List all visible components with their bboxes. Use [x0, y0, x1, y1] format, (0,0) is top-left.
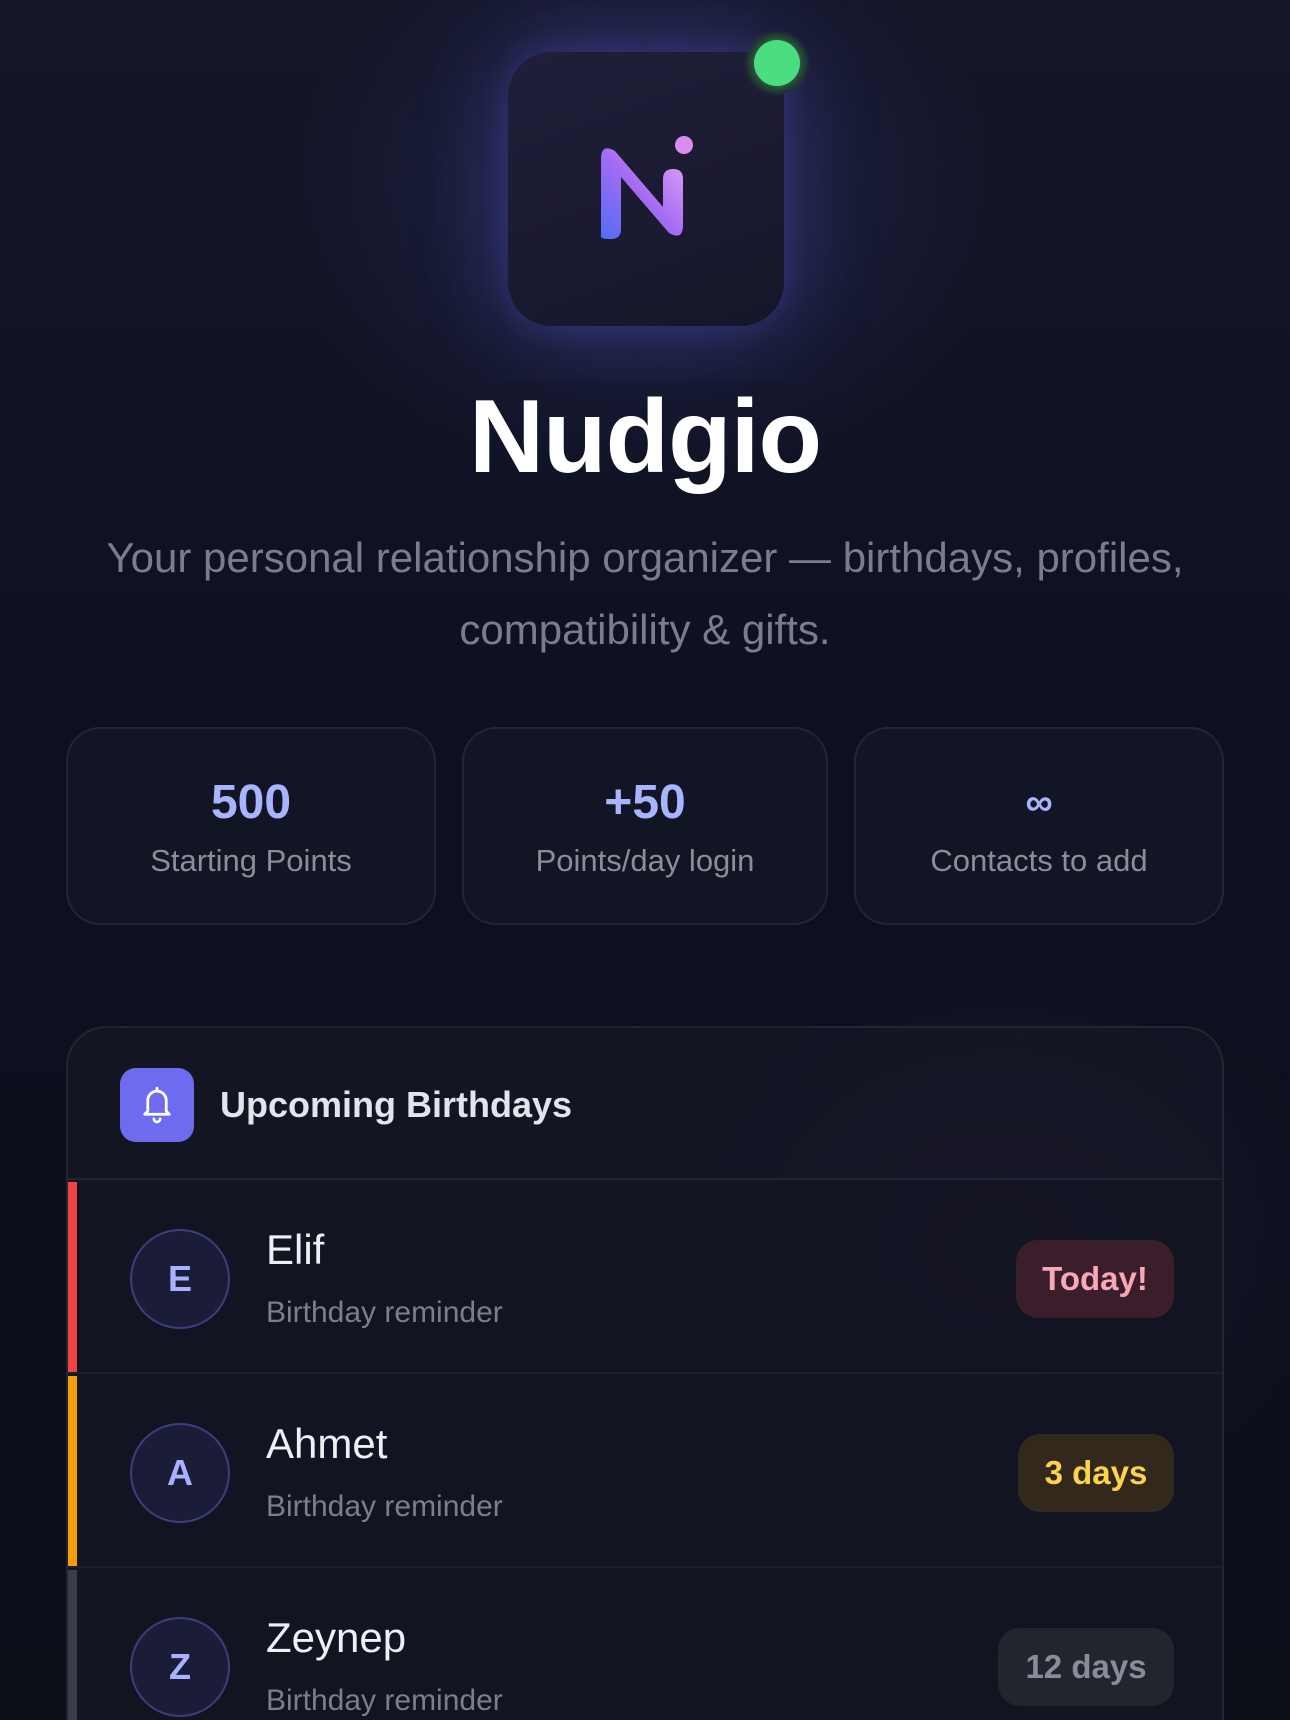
contact-name: Zeynep	[266, 1614, 407, 1661]
stat-label: Points/day login	[535, 843, 755, 878]
online-status-dot	[754, 40, 800, 86]
days-badge: Today!	[1016, 1240, 1174, 1318]
app-tagline: Your personal relationship organizer — b…	[106, 534, 1184, 653]
stat-starting-points: 500 Starting Points	[66, 727, 436, 925]
urgency-bar	[68, 1376, 77, 1566]
bell-icon-badge	[120, 1068, 194, 1142]
stat-contacts: ∞ Contacts to add	[854, 727, 1224, 925]
stat-value: ∞	[1025, 782, 1053, 824]
contact-name: Elif	[266, 1226, 325, 1273]
upcoming-birthdays-card: Upcoming Birthdays E Elif Birthday remin…	[66, 1026, 1224, 1720]
urgency-bar	[68, 1182, 77, 1372]
nudgio-logo-icon	[601, 136, 693, 239]
birthday-list-item[interactable]: Z Zeynep Birthday reminder 12 days	[68, 1570, 1222, 1720]
stat-value: 500	[210, 776, 292, 829]
bell-icon	[143, 1086, 171, 1124]
avatar: Z	[130, 1617, 230, 1717]
app-logo	[508, 32, 808, 326]
contact-subtitle: Birthday reminder	[266, 1490, 503, 1523]
days-badge: 12 days	[998, 1628, 1174, 1706]
app-title: Nudgio	[468, 379, 822, 495]
contact-subtitle: Birthday reminder	[266, 1296, 503, 1329]
days-badge: 3 days	[1018, 1434, 1174, 1512]
avatar: A	[130, 1423, 230, 1523]
birthday-list-item[interactable]: A Ahmet Birthday reminder 3 days	[68, 1376, 1222, 1568]
contact-subtitle: Birthday reminder	[266, 1684, 503, 1717]
stat-label: Contacts to add	[930, 843, 1148, 878]
stat-daily-login-points: +50 Points/day login	[462, 727, 828, 925]
welcome-screen: Nudgio Your personal relationship organi…	[0, 0, 1290, 1720]
contact-name: Ahmet	[266, 1420, 388, 1467]
stat-value: +50	[604, 776, 686, 829]
card-header: Upcoming Birthdays	[68, 1028, 1222, 1180]
app-logo-tile	[508, 52, 784, 326]
urgency-bar	[68, 1570, 77, 1720]
stat-label: Starting Points	[150, 843, 352, 878]
online-status-indicator	[746, 32, 808, 94]
avatar: E	[130, 1229, 230, 1329]
card-title: Upcoming Birthdays	[220, 1084, 573, 1125]
birthday-list-item[interactable]: E Elif Birthday reminder Today!	[68, 1182, 1222, 1374]
